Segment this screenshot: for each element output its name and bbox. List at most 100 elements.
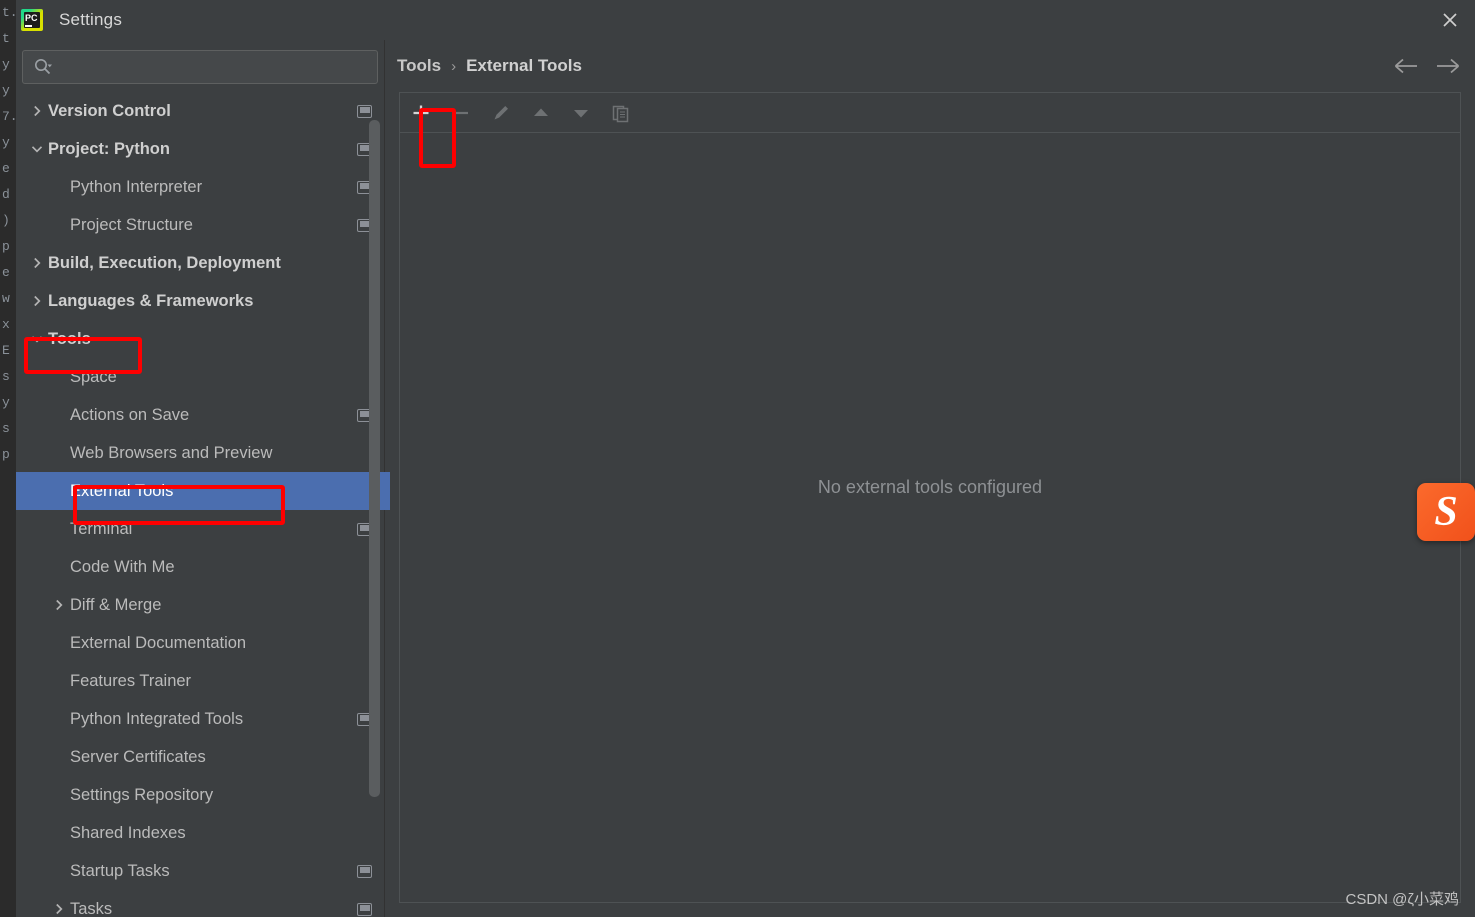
- sidebar-item-label: Shared Indexes: [70, 823, 186, 842]
- sidebar-item-settings-repository[interactable]: Settings Repository: [16, 776, 384, 814]
- sidebar-item-label: Project Structure: [70, 215, 193, 234]
- sidebar-item-label: Project: Python: [48, 139, 170, 158]
- chevron-right-icon[interactable]: [48, 902, 70, 916]
- sidebar-item-label: Version Control: [48, 101, 171, 120]
- sidebar-item-startup-tasks[interactable]: Startup Tasks: [16, 852, 384, 890]
- back-button[interactable]: [1393, 56, 1419, 76]
- move-down-button[interactable]: [566, 98, 596, 128]
- sidebar-item-terminal[interactable]: Terminal: [16, 510, 384, 548]
- sidebar-item-project-structure[interactable]: Project Structure: [16, 206, 384, 244]
- sidebar-item-server-certificates[interactable]: Server Certificates: [16, 738, 384, 776]
- editor-code-line: ): [2, 213, 10, 228]
- chevron-right-icon[interactable]: [26, 294, 48, 308]
- sidebar-item-label: Python Integrated Tools: [70, 709, 244, 728]
- sidebar-item-actions-on-save[interactable]: Actions on Save: [16, 396, 384, 434]
- sidebar-item-space[interactable]: Space: [16, 358, 384, 396]
- chevron-right-icon[interactable]: [26, 256, 48, 270]
- settings-sidebar: Version Control Project: Python Python Int…: [16, 40, 390, 917]
- sidebar-item-external-tools[interactable]: External Tools: [16, 472, 384, 510]
- close-button[interactable]: [1425, 0, 1475, 40]
- pycharm-icon-bar: [25, 25, 32, 27]
- sidebar-item-label: Terminal: [70, 519, 133, 538]
- copy-button[interactable]: [606, 98, 636, 128]
- window-title: Settings: [59, 10, 123, 29]
- close-icon: [1443, 13, 1457, 27]
- add-button[interactable]: [406, 98, 436, 128]
- sidebar-item-python-integrated-tools[interactable]: Python Integrated Tools: [16, 700, 384, 738]
- chevron-down-icon[interactable]: [26, 142, 48, 156]
- forward-button[interactable]: [1435, 56, 1461, 76]
- pencil-icon: [494, 105, 508, 119]
- editor-code-line: E: [2, 343, 10, 358]
- sidebar-item-label: Features Trainer: [70, 671, 192, 690]
- sidebar-item-label: External Documentation: [70, 633, 247, 652]
- project-settings-icon: [357, 104, 372, 118]
- breadcrumb-root[interactable]: Tools: [397, 56, 441, 76]
- breadcrumb-current: External Tools: [466, 56, 582, 75]
- sidebar-item-tools[interactable]: Tools: [16, 320, 384, 358]
- chevron-right-icon[interactable]: [26, 104, 48, 118]
- sidebar-item-features-trainer[interactable]: Features Trainer: [16, 662, 384, 700]
- arrow-down-icon: [574, 109, 588, 117]
- breadcrumb: Tools › External Tools: [397, 56, 582, 76]
- sidebar-item-shared-indexes[interactable]: Shared Indexes: [16, 814, 384, 852]
- sidebar-item-external-documentation[interactable]: External Documentation: [16, 624, 384, 662]
- search-input[interactable]: [61, 51, 377, 83]
- search-field[interactable]: [22, 50, 378, 84]
- sidebar-item-label: Settings Repository: [70, 785, 214, 804]
- sidebar-item-label: Actions on Save: [70, 405, 190, 424]
- sidebar-item-diff-merge[interactable]: Diff & Merge: [16, 586, 384, 624]
- watermark: CSDN @ζ小菜鸡: [1345, 891, 1459, 908]
- external-tools-toolbar: [399, 92, 1461, 132]
- move-up-button[interactable]: [526, 98, 556, 128]
- editor-code-line: d: [2, 187, 10, 202]
- editor-code-line: s: [2, 369, 10, 384]
- editor-code-line: e: [2, 265, 10, 280]
- remove-button[interactable]: [446, 98, 476, 128]
- editor-code-line: y: [2, 57, 10, 72]
- sidebar-item-tasks[interactable]: Tasks: [16, 890, 384, 917]
- sidebar-item-build-execution-deployment[interactable]: Build, Execution, Deployment: [16, 244, 384, 282]
- edit-button[interactable]: [486, 98, 516, 128]
- sidebar-item-version-control[interactable]: Version Control: [16, 92, 384, 130]
- editor-code-line: p: [2, 239, 10, 254]
- sogou-logo-glyph: S: [1434, 489, 1458, 535]
- sidebar-item-web-browsers-and-preview[interactable]: Web Browsers and Preview: [16, 434, 384, 472]
- editor-code-line: w: [2, 291, 10, 306]
- search-container: [16, 40, 384, 92]
- background-editor-strip: t.tyy7.yed)pewxEsysp: [0, 0, 16, 917]
- editor-code-line: s: [2, 421, 10, 436]
- editor-code-line: y: [2, 135, 10, 150]
- settings-dialog: PC Settings Version Control Project: Pyt…: [16, 0, 1475, 917]
- empty-state-message: No external tools configured: [817, 477, 1043, 497]
- navigation-buttons: [1393, 56, 1461, 76]
- chevron-down-icon[interactable]: [26, 332, 48, 346]
- arrow-right-icon: [1437, 58, 1460, 74]
- plus-icon: [413, 105, 429, 120]
- sidebar-item-label: Web Browsers and Preview: [70, 443, 273, 462]
- sidebar-item-code-with-me[interactable]: Code With Me: [16, 548, 384, 586]
- project-settings-icon: [357, 902, 372, 916]
- editor-code-line: p: [2, 447, 10, 462]
- settings-content-panel: Tools › External Tools No external tools…: [384, 40, 1475, 917]
- sidebar-item-languages-frameworks[interactable]: Languages & Frameworks: [16, 282, 384, 320]
- editor-code-line: t.: [2, 5, 16, 20]
- sidebar-item-label: Build, Execution, Deployment: [48, 253, 281, 272]
- chevron-right-icon[interactable]: [48, 598, 70, 612]
- sidebar-item-label: Diff & Merge: [70, 595, 162, 614]
- sidebar-item-label: Server Certificates: [70, 747, 206, 766]
- sidebar-item-project-python[interactable]: Project: Python: [16, 130, 384, 168]
- editor-code-line: y: [2, 83, 10, 98]
- settings-tree[interactable]: Version Control Project: Python Python Int…: [16, 92, 384, 917]
- editor-code-line: 7.: [2, 109, 16, 124]
- sidebar-scrollbar[interactable]: [369, 120, 380, 797]
- minus-icon: [454, 111, 468, 114]
- copy-icon: [612, 105, 629, 122]
- sidebar-item-python-interpreter[interactable]: Python Interpreter: [16, 168, 384, 206]
- sogou-ime-logo: S: [1417, 483, 1475, 541]
- selection-highlight-spill: [384, 472, 390, 510]
- title-bar: PC Settings: [16, 0, 1475, 40]
- external-tools-list[interactable]: No external tools configured: [399, 132, 1461, 903]
- editor-code-line: x: [2, 317, 10, 332]
- sidebar-item-label: Languages & Frameworks: [48, 291, 254, 310]
